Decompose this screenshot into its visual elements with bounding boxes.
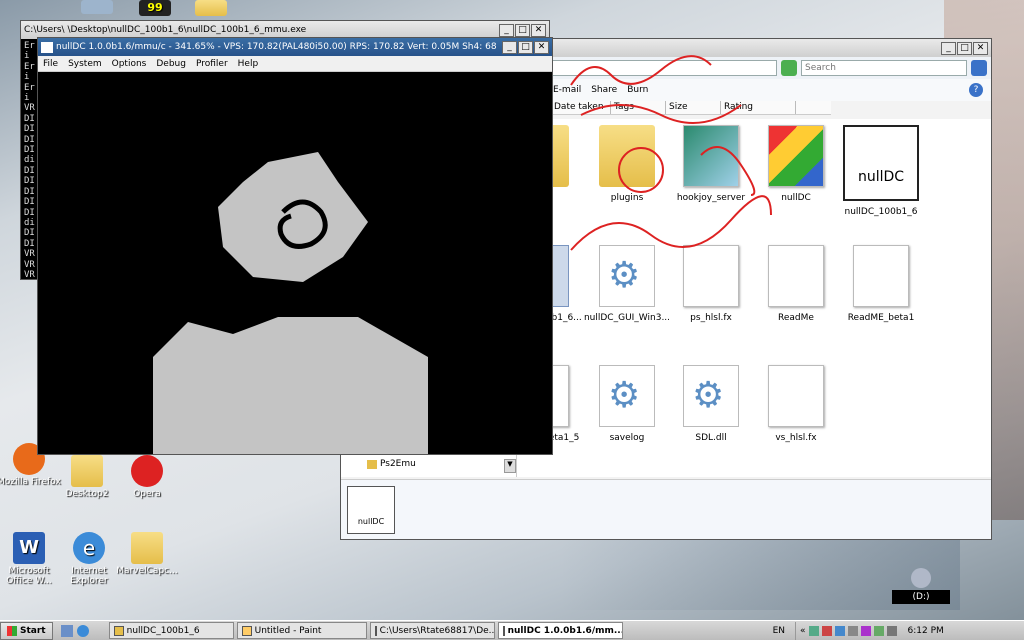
console-line: DI xyxy=(24,238,35,249)
task-nulldc-folder[interactable]: nullDC_100b1_6 xyxy=(108,622,234,639)
system-tray: « 6:12 PM xyxy=(795,621,948,640)
nav-pane: Ps2Emu ▼ xyxy=(341,455,517,477)
console-line: i xyxy=(24,93,30,104)
console-line: DI xyxy=(24,145,35,156)
console-line: VR xyxy=(24,259,35,270)
menu-file[interactable]: File xyxy=(43,59,58,69)
close-button[interactable]: ✕ xyxy=(534,40,549,54)
emulator-title: nullDC 1.0.0b1.6/mmu/c - 341.65% - VPS: … xyxy=(56,42,496,52)
preview-thumbnail: nullDC xyxy=(347,486,395,534)
menu-system[interactable]: System xyxy=(68,59,102,69)
minimize-button[interactable]: _ xyxy=(941,41,956,55)
console-icon xyxy=(374,625,377,636)
close-button[interactable]: ✕ xyxy=(973,41,988,55)
tray-icon[interactable] xyxy=(808,625,819,636)
menu-profiler[interactable]: Profiler xyxy=(196,59,228,69)
language-indicator[interactable]: EN xyxy=(773,626,785,636)
tray-icon[interactable] xyxy=(821,625,832,636)
nulldc-icon xyxy=(502,625,505,636)
file-item[interactable]: savelog xyxy=(583,365,671,443)
console-line: DI xyxy=(24,186,35,197)
console-line: di xyxy=(24,155,35,166)
red-scribble-overlay xyxy=(570,55,772,251)
file-item[interactable]: ReadME_beta1 xyxy=(837,245,925,323)
maximize-button[interactable]: □ xyxy=(957,41,972,55)
menu-help[interactable]: Help xyxy=(238,59,259,69)
tray-icon[interactable] xyxy=(860,625,871,636)
tray-expand-icon[interactable]: « xyxy=(800,626,806,636)
desktop-icon-opera[interactable]: Opera xyxy=(112,455,182,499)
console-title: C:\Users\ \Desktop\nullDC_100b1_6\nullDC… xyxy=(24,25,307,35)
desktop-icon-marvel[interactable]: MarvelCapc... xyxy=(112,532,182,576)
taskbar: Start nullDC_100b1_6 Untitled - Paint C:… xyxy=(0,620,1024,640)
volume-icon[interactable] xyxy=(886,625,897,636)
console-line: VR xyxy=(24,103,35,114)
file-item[interactable]: SDL.dll xyxy=(667,365,755,443)
network-icon[interactable] xyxy=(873,625,884,636)
clock[interactable]: 6:12 PM xyxy=(908,626,944,636)
tray-icon[interactable] xyxy=(834,625,845,636)
console-line: VR xyxy=(24,269,35,280)
console-line: DI xyxy=(24,134,35,145)
emulator-render-area[interactable] xyxy=(38,72,552,454)
console-line: DI xyxy=(24,228,35,239)
nulldc-logo-icon: nullDC xyxy=(843,125,919,201)
folder-icon xyxy=(367,459,377,469)
paint-icon xyxy=(241,625,252,636)
task-nulldc-emulator[interactable]: nullDC 1.0.0b1.6/mm... xyxy=(497,622,623,639)
emulator-window[interactable]: nullDC 1.0.0b1.6/mmu/c - 341.65% - VPS: … xyxy=(37,37,553,455)
console-line: DI xyxy=(24,165,35,176)
maximize-button[interactable]: □ xyxy=(518,40,533,54)
start-button[interactable]: Start xyxy=(0,621,53,640)
console-line: VR xyxy=(24,249,35,260)
menu-debug[interactable]: Debug xyxy=(156,59,186,69)
file-item[interactable]: vs_hlsl.fx xyxy=(752,365,840,443)
help-icon[interactable]: ? xyxy=(969,83,983,97)
file-item[interactable]: nullDC nullDC_100b1_6 xyxy=(837,125,925,217)
menu-options[interactable]: Options xyxy=(112,59,147,69)
console-line: i xyxy=(24,51,30,62)
console-line: i xyxy=(24,72,30,83)
task-paint[interactable]: Untitled - Paint xyxy=(236,622,367,639)
maximize-button[interactable]: □ xyxy=(515,23,530,37)
folder-icon xyxy=(113,625,124,636)
nav-folder-ps2emu[interactable]: Ps2Emu xyxy=(367,459,416,469)
console-line: DI xyxy=(24,124,35,135)
close-button[interactable]: ✕ xyxy=(531,23,546,37)
desktop-icon-drive-d[interactable]: (D:) xyxy=(886,568,956,604)
emulator-titlebar[interactable]: nullDC 1.0.0b1.6/mmu/c - 341.65% - VPS: … xyxy=(38,38,552,56)
windows-logo-icon xyxy=(7,625,17,636)
search-input[interactable] xyxy=(801,60,967,76)
search-icon[interactable] xyxy=(971,60,987,76)
console-line: Er xyxy=(24,61,35,72)
minimize-button[interactable]: _ xyxy=(499,23,514,37)
desktop-icon-folder-top[interactable] xyxy=(176,0,246,18)
emulator-menubar: File System Options Debug Profiler Help xyxy=(38,56,552,72)
tray-icon[interactable] xyxy=(847,625,858,636)
details-pane: nullDC xyxy=(341,479,991,539)
task-console[interactable]: C:\Users\Rtate68817\De... xyxy=(369,622,495,639)
console-line: Er xyxy=(24,41,35,51)
console-line: di xyxy=(24,217,35,228)
nulldc-app-icon xyxy=(41,41,53,53)
console-line: DI xyxy=(24,207,35,218)
quicklaunch-ie-icon[interactable] xyxy=(76,624,89,637)
quicklaunch-desktop-icon[interactable] xyxy=(60,624,73,637)
console-line: Er xyxy=(24,82,35,93)
console-line: DI xyxy=(24,113,35,124)
minimize-button[interactable]: _ xyxy=(502,40,517,54)
scroll-down-button[interactable]: ▼ xyxy=(504,459,516,473)
console-line: DI xyxy=(24,176,35,187)
console-line: DI xyxy=(24,197,35,208)
